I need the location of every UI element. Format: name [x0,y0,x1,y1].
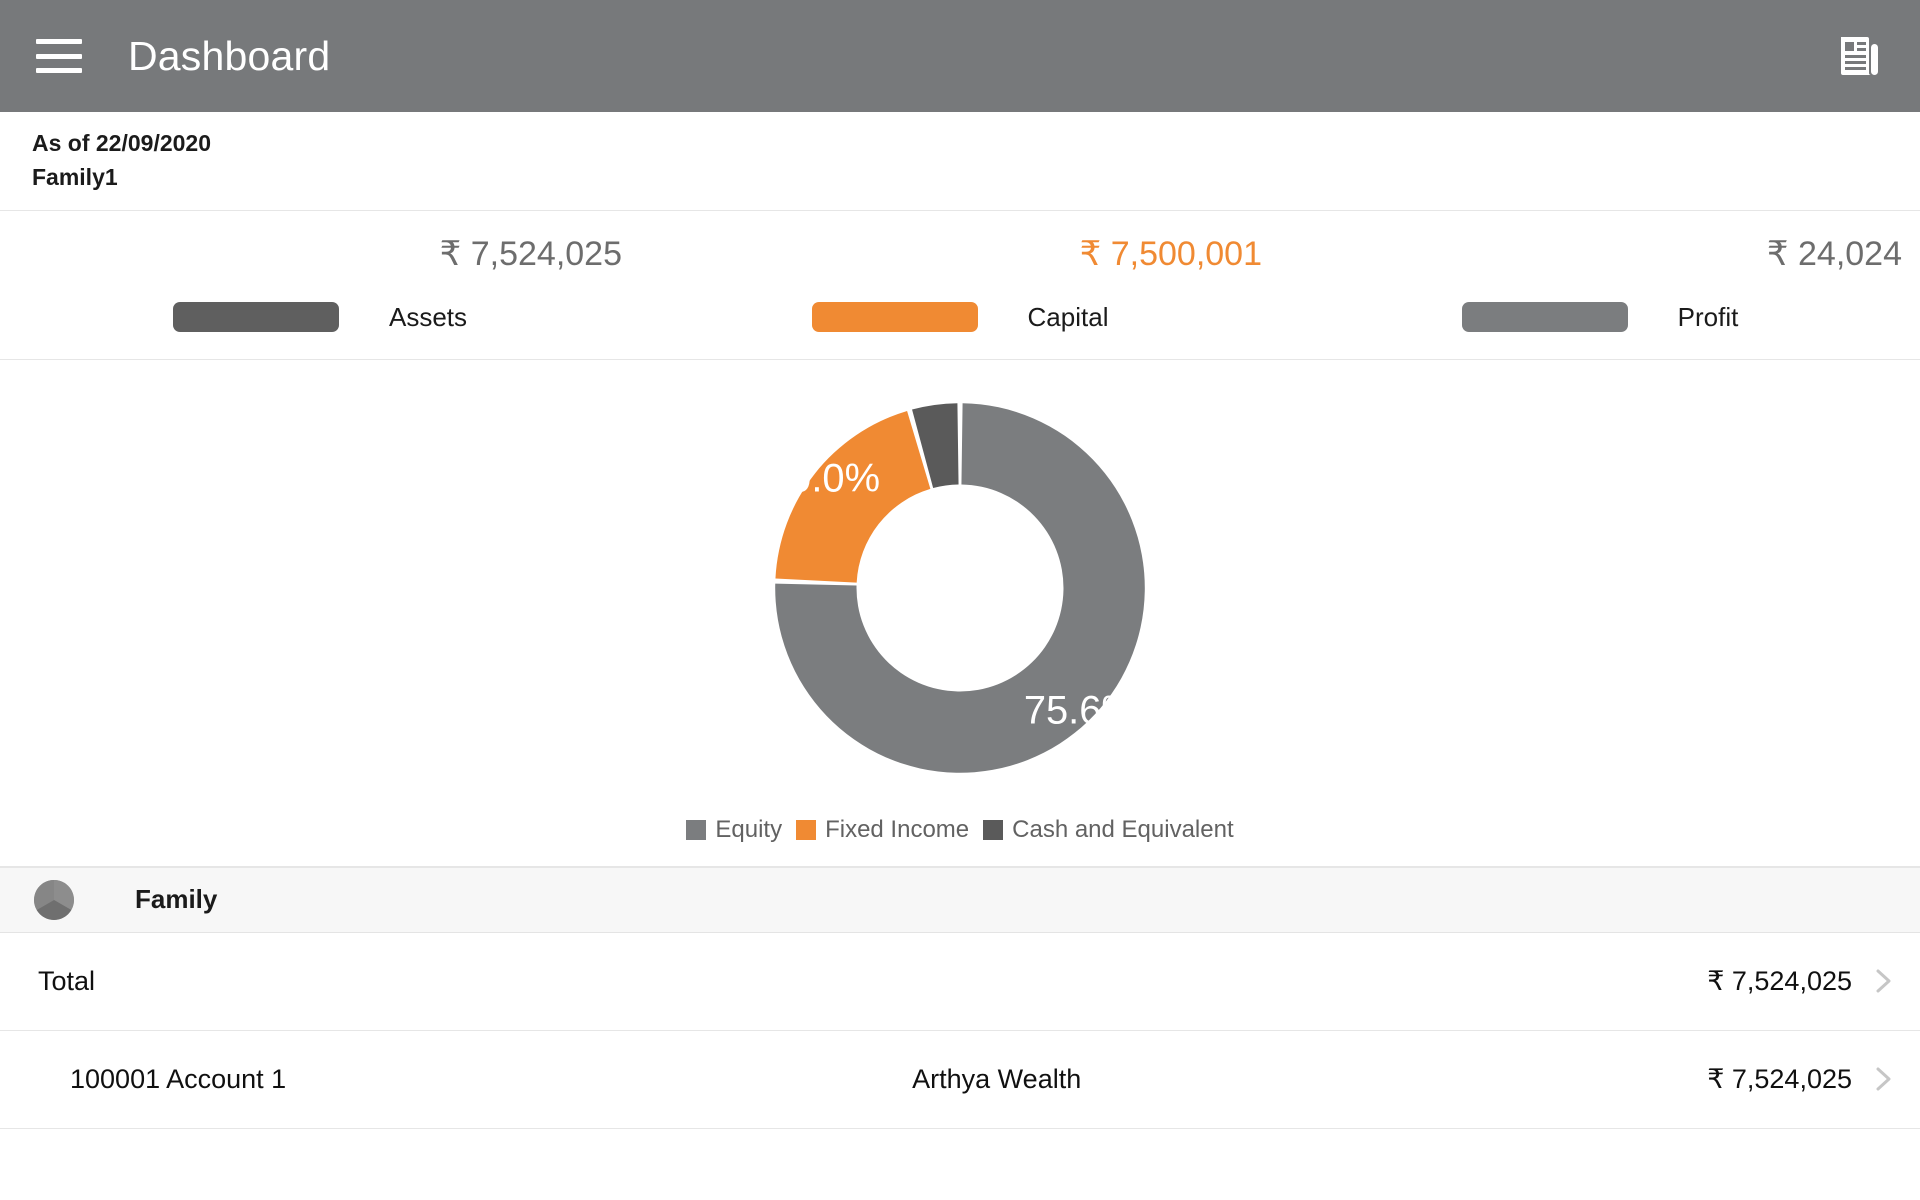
group-title: Family [135,884,218,915]
legend-label-cash-and-equivalent: Cash and Equivalent [1012,815,1234,843]
donut-chart: 75.6% 20.0% [750,378,1170,798]
donut-chart-svg: 75.6% 20.0% [767,402,1145,773]
hamburger-menu-icon[interactable] [36,39,82,73]
kpi-assets-value: ₹ 7,524,025 [439,235,622,274]
row-name: 100001 Account 1 [70,1063,287,1094]
family-name: Family1 [32,164,118,191]
table-row-total[interactable]: Total ₹ 7,524,025 [0,932,1920,1031]
hamburger-bar-3 [36,68,82,73]
donut-label-fixed-income: 20.0% [767,456,880,500]
kpi-profit-bar [1461,302,1628,333]
kpi-assets: ₹ 7,524,025 Assets [0,233,640,333]
kpi-row: ₹ 7,524,025 Assets ₹ 7,500,001 Capital ₹… [0,211,1920,360]
kpi-capital-bar [811,302,978,333]
group-header-family[interactable]: Family [0,866,1920,933]
donut-label-equity: 75.6% [1024,688,1137,732]
legend-label-equity: Equity [715,815,783,843]
row-name: Total [38,965,96,996]
kpi-capital-label: Capital [1027,301,1109,332]
kpi-capital-legend: Capital [640,302,1280,333]
legend-swatch-equity [686,819,707,840]
chart-legend: Equity Fixed Income Cash and Equivalent [686,815,1234,844]
kpi-assets-label: Assets [388,301,468,332]
as-of-date: As of 22/09/2020 [32,130,212,156]
kpi-profit-value: ₹ 24,024 [1766,235,1902,274]
row-provider: Arthya Wealth [912,1063,1082,1094]
kpi-profit-legend: Profit [1280,302,1920,333]
kpi-capital: ₹ 7,500,001 Capital [640,233,1280,333]
table-row-account[interactable]: 100001 Account 1 Arthya Wealth ₹ 7,524,0… [0,1030,1920,1129]
legend-item-equity[interactable]: Equity [686,816,782,844]
legend-swatch-cash-and-equivalent [983,819,1004,840]
kpi-profit: ₹ 24,024 Profit [1280,233,1920,333]
chevron-right-icon[interactable] [1868,966,1898,996]
kpi-profit-label: Profit [1677,301,1739,332]
kpi-assets-bar [172,302,339,333]
page-title: Dashboard [128,32,331,79]
row-amount: ₹ 7,524,025 [1707,965,1852,996]
legend-label-fixed-income: Fixed Income [825,815,970,843]
legend-item-fixed-income[interactable]: Fixed Income [796,816,969,844]
hamburger-bar-2 [36,53,82,59]
as-of-strip: As of 22/09/2020 Family1 [0,112,1920,212]
legend-item-cash-and-equivalent[interactable]: Cash and Equivalent [983,815,1234,844]
kpi-assets-legend: Assets [0,302,640,333]
chevron-right-icon[interactable] [1868,1064,1898,1094]
row-amount: ₹ 7,524,025 [1707,1063,1852,1094]
legend-swatch-fixed-income [796,819,817,840]
asset-allocation-chart-section: 75.6% 20.0% Equity Fixed Income Cash and E… [0,360,1920,867]
hamburger-bar-1 [36,39,82,44]
pie-chart-icon [34,879,74,920]
report-newspaper-icon[interactable] [1834,30,1886,82]
app-bar: Dashboard [0,0,1920,112]
kpi-capital-value: ₹ 7,500,001 [1079,235,1262,274]
